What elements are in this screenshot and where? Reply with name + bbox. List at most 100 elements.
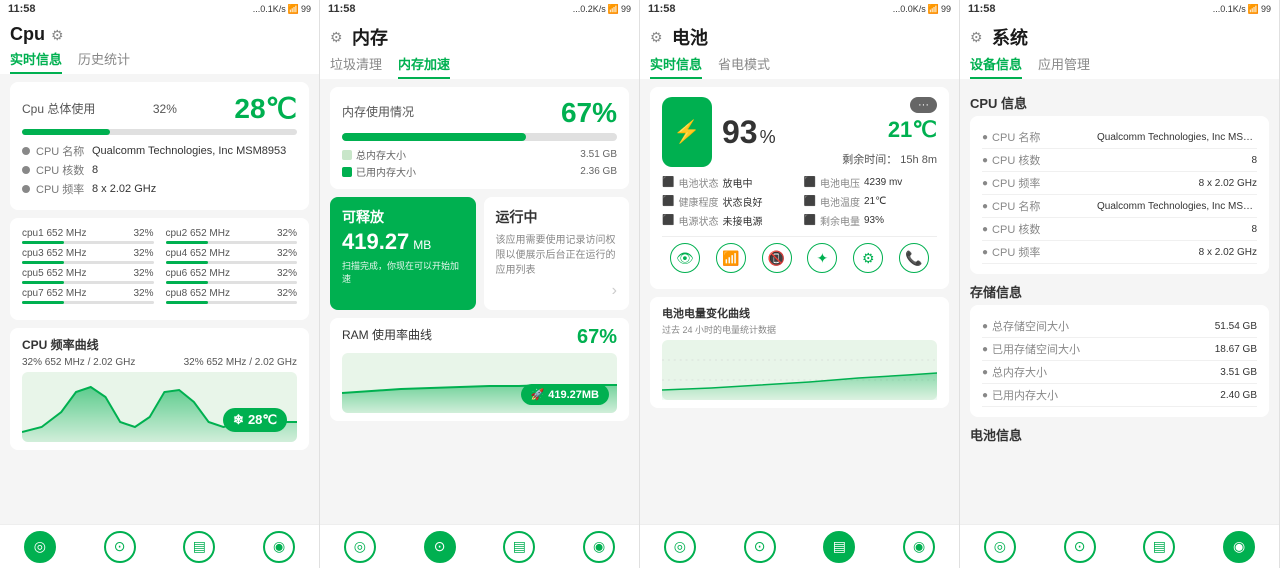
sys-storage-icon-4: ● <box>982 390 988 401</box>
batt-status-icon: ⬛ <box>662 177 674 188</box>
tab-batt-save[interactable]: 省电模式 <box>718 54 770 79</box>
batt-chart-title: 电池电量变化曲线 <box>662 305 937 321</box>
running-arrow[interactable]: › <box>496 282 618 300</box>
batt-temp-big: 21℃ <box>888 117 937 143</box>
remain-time: 15h 8m <box>900 154 937 166</box>
nav-batt-4[interactable]: ◉ <box>903 531 935 563</box>
cpu-header: Cpu ⚙ <box>0 18 319 45</box>
tab-cpu-history[interactable]: 历史统计 <box>78 49 130 74</box>
batt-remain: 剩余时间： 15h 8m <box>842 151 937 167</box>
cpu-gear-icon[interactable]: ⚙ <box>51 27 67 43</box>
batt-func-nosignal[interactable]: 📵 <box>762 243 792 273</box>
tab-mem-boost[interactable]: 内存加速 <box>398 54 450 79</box>
cpu-tabs: 实时信息 历史统计 <box>0 45 319 74</box>
cpu-temp-badge: ❄ 28℃ <box>223 408 287 432</box>
nav-batt-2[interactable]: ⊙ <box>744 531 776 563</box>
batt-func-eye[interactable]: 👁 <box>670 243 700 273</box>
temp-badge-value: 28℃ <box>248 412 277 428</box>
status-bar-cpu: 11:58 ...0.1K/s 📶 99 <box>0 0 319 18</box>
wifi-icon: 📶 <box>288 4 299 15</box>
release-card: 可释放 419.27 MB 扫描完成，你现在可以开始加速 <box>330 197 476 310</box>
nav-cpu-chat[interactable]: ◉ <box>263 531 295 563</box>
status-bar-batt: 11:58 ...0.0K/s 📶 99 <box>640 0 959 18</box>
core5-pct: 32% <box>133 268 153 279</box>
batt-func-bt[interactable]: ✦ <box>807 243 837 273</box>
batt-main-card: ⚡ 93 % ··· 21℃ 剩余时间： 15h 8m <box>650 87 949 289</box>
batt-remain-pct-val: 93% <box>864 215 884 226</box>
batt-header: ⚙ 电池 <box>640 18 959 50</box>
core-7: cpu7 652 MHz32% <box>22 288 154 304</box>
nav-cpu-camera[interactable]: ◎ <box>24 531 56 563</box>
sys-storage-card: ● 总存储空间大小 51.54 GB ● 已用存储空间大小 18.67 GB ●… <box>970 305 1269 417</box>
mem-gear-icon[interactable]: ⚙ <box>330 29 346 45</box>
mem-used-val: 2.36 GB <box>580 166 617 177</box>
ram-release-badge[interactable]: 🚀 419.27MB <box>521 384 609 405</box>
core1-name: cpu1 652 MHz <box>22 228 86 239</box>
nav-sys-3[interactable]: ▤ <box>1143 531 1175 563</box>
sys-cpu-name-label-2: CPU 名称 <box>992 198 1093 214</box>
battery-cpu: 99 <box>301 4 311 14</box>
cpu-progress-fill <box>22 129 110 135</box>
batt-func-phone[interactable]: 📞 <box>899 243 929 273</box>
system-panel: 11:58 ...0.1K/s 📶 99 ⚙ 系统 设备信息 应用管理 CPU … <box>960 0 1280 568</box>
nav-mem-3[interactable]: ▤ <box>503 531 535 563</box>
tab-cpu-realtime[interactable]: 实时信息 <box>10 49 62 74</box>
cpu-freq-chart-card: CPU 频率曲线 32% 652 MHz / 2.02 GHz 32% 652 … <box>10 328 309 450</box>
core2-pct: 32% <box>277 228 297 239</box>
sys-gear-icon[interactable]: ⚙ <box>970 29 986 45</box>
batt-more-badge[interactable]: ··· <box>910 97 937 113</box>
nav-cpu-list[interactable]: ▤ <box>183 531 215 563</box>
sys-cpu-cores-2: ● CPU 核数 8 <box>982 218 1257 241</box>
wifi-icon-sys: 📶 <box>1248 4 1259 15</box>
nav-sys-4[interactable]: ◉ <box>1223 531 1255 563</box>
sys-cpu-name-val-1: Qualcomm Technologies, Inc MSM8953 <box>1097 132 1257 143</box>
core-4: cpu4 652 MHz32% <box>166 248 298 264</box>
sys-used-storage: ● 已用存储空间大小 18.67 GB <box>982 338 1257 361</box>
batt-func-settings[interactable]: ⚙ <box>853 243 883 273</box>
nav-mem-2[interactable]: ⊙ <box>424 531 456 563</box>
tab-sys-apps[interactable]: 应用管理 <box>1038 54 1090 79</box>
freq-label-1: 32% 652 MHz / 2.02 GHz <box>22 357 135 368</box>
mem-total-val: 3.51 GB <box>580 149 617 160</box>
nav-sys-2[interactable]: ⊙ <box>1064 531 1096 563</box>
legend-dot-used <box>342 167 352 177</box>
ram-chart-card: RAM 使用率曲线 67% 🚀 419.27MB <box>330 318 629 421</box>
sys-cpu-card: ● CPU 名称 Qualcomm Technologies, Inc MSM8… <box>970 116 1269 274</box>
mem-legend-total: 总内存大小 3.51 GB <box>342 147 617 162</box>
bolt-icon: ⚡ <box>673 119 700 145</box>
nav-sys-1[interactable]: ◎ <box>984 531 1016 563</box>
mem-header: ⚙ 内存 <box>320 18 639 50</box>
nav-cpu-home[interactable]: ⊙ <box>104 531 136 563</box>
batt-chart-card: 电池电量变化曲线 过去 24 小时的电量统计数据 <box>650 297 949 408</box>
sys-cpu-name-2: ● CPU 名称 Qualcomm Technologies, Inc MSM8… <box>982 195 1257 218</box>
batt-func-wifi[interactable]: 📶 <box>716 243 746 273</box>
nav-mem-1[interactable]: ◎ <box>344 531 376 563</box>
running-desc: 该应用需要使用记录访问权限以便展示后台正在运行的应用列表 <box>496 231 618 276</box>
snowflake-icon: ❄ <box>233 412 244 428</box>
sys-cpu-icon-1: ● <box>982 132 988 143</box>
cpu-overall-label: Cpu 总体使用 <box>22 100 95 117</box>
batt-voltage-label: 电池电压 <box>820 175 860 190</box>
sys-tabs: 设备信息 应用管理 <box>960 50 1279 79</box>
nav-mem-4[interactable]: ◉ <box>583 531 615 563</box>
sys-cpu-cores-val-1: 8 <box>1251 155 1257 166</box>
nav-batt-3[interactable]: ▤ <box>823 531 855 563</box>
batt-health-val: 状态良好 <box>722 194 762 209</box>
core6-name: cpu6 652 MHz <box>166 268 230 279</box>
mem-legend: 总内存大小 3.51 GB 已用内存大小 2.36 GB <box>342 147 617 179</box>
mem-usage-card: 内存使用情况 67% 总内存大小 3.51 GB 已用内存大小 2.36 GB <box>330 87 629 189</box>
tab-mem-clean[interactable]: 垃圾清理 <box>330 54 382 79</box>
batt-status-val: 放电中 <box>722 175 752 190</box>
tab-sys-device[interactable]: 设备信息 <box>970 54 1022 79</box>
nav-batt-1[interactable]: ◎ <box>664 531 696 563</box>
dot-cpu-name <box>22 147 30 155</box>
status-icons-mem: ...0.2K/s 📶 99 <box>573 4 631 15</box>
sys-cpu-icon-6: ● <box>982 247 988 258</box>
batt-gear-icon[interactable]: ⚙ <box>650 29 666 45</box>
core-8: cpu8 652 MHz32% <box>166 288 298 304</box>
cpu-content: Cpu 总体使用 32% 28℃ CPU 名称 Qualcomm Technol… <box>0 74 319 524</box>
tab-batt-realtime[interactable]: 实时信息 <box>650 54 702 79</box>
battery-mem: 99 <box>621 4 631 14</box>
signal-mem: ...0.2K/s <box>573 4 606 14</box>
release-amount: 419.27 <box>342 229 409 255</box>
